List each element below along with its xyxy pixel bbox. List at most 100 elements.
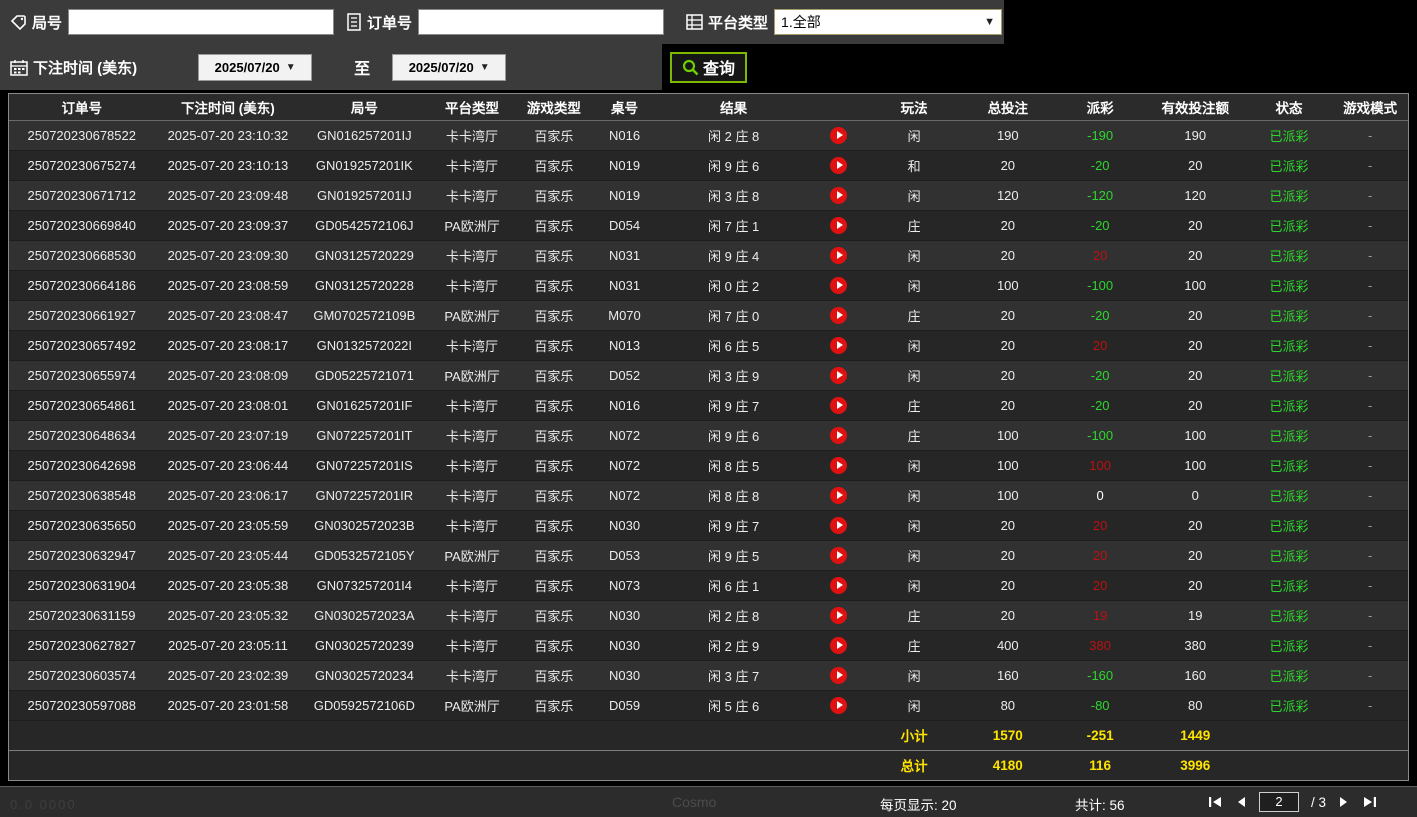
cell-round-number: GD0592572106D <box>301 690 428 721</box>
cell-game-mode: - <box>1332 570 1408 601</box>
cell-replay <box>809 690 868 721</box>
cell-game-mode: - <box>1332 630 1408 661</box>
cell-bet-time: 2025-07-20 23:08:09 <box>154 360 302 391</box>
column-header-valid: 有效投注额 <box>1144 94 1246 121</box>
replay-play-icon[interactable] <box>830 306 848 324</box>
cell-replay <box>809 480 868 511</box>
cell-payout: -20 <box>1055 390 1145 421</box>
replay-play-icon[interactable] <box>830 636 848 654</box>
per-page-display: 每页显示: 20 <box>880 794 957 814</box>
cell-round-number: GN03125720229 <box>301 240 428 271</box>
cell-order-number: 250720230648634 <box>9 420 155 451</box>
replay-play-icon[interactable] <box>830 396 848 414</box>
cell-game-mode: - <box>1332 210 1408 241</box>
cell-round-number: GN019257201IK <box>301 150 428 181</box>
order-number-input[interactable] <box>418 9 665 35</box>
cell-game-mode: - <box>1332 360 1408 391</box>
cell-order-number: 250720230671712 <box>9 180 155 211</box>
cell-valid-bet: 20 <box>1144 300 1246 331</box>
cell-order-number: 250720230597088 <box>9 690 155 721</box>
replay-play-icon[interactable] <box>830 666 848 684</box>
background-brand-text: Cosmo <box>672 794 717 810</box>
cell-platform-type: 卡卡湾厅 <box>427 630 517 661</box>
replay-play-icon[interactable] <box>830 696 848 714</box>
current-page-input[interactable]: 2 <box>1259 792 1299 812</box>
cell-status status-badge: 已派彩 <box>1245 330 1333 361</box>
cell-order-number: 250720230678522 <box>9 120 155 151</box>
cell-platform-type: 卡卡湾厅 <box>427 660 517 691</box>
cell-total-bet: 20 <box>960 570 1056 601</box>
last-page-icon[interactable] <box>1362 795 1377 809</box>
date-to-value: 2025/07/20 <box>408 59 474 75</box>
cell-order-number: 250720230669840 <box>9 210 155 241</box>
cell-result: 闲 5 庄 6 <box>658 690 810 721</box>
cell-payout: 20 <box>1055 570 1145 601</box>
cell-payout: 20 <box>1055 510 1145 541</box>
cell-platform-type: 卡卡湾厅 <box>427 240 517 271</box>
cell-bet-time: 2025-07-20 23:08:47 <box>154 300 302 331</box>
column-header-round: 局号 <box>301 94 428 121</box>
calendar-icon <box>10 59 28 76</box>
cell-payout: 20 <box>1055 540 1145 571</box>
cell-table-number: N019 <box>590 180 659 211</box>
previous-page-icon[interactable] <box>1235 795 1247 809</box>
total-valid-bet: 3996 <box>1144 749 1246 780</box>
replay-play-icon[interactable] <box>830 156 848 174</box>
cell-payout: -20 <box>1055 150 1145 181</box>
cell-game-type: 百家乐 <box>516 630 591 661</box>
cell-play-type: 闲 <box>867 660 961 691</box>
bet-records-panel: 局号 订单号 平台类型 1.全部 ▼ 下注时间 (美东) 2025/07/20 … <box>0 0 1417 817</box>
round-number-input[interactable] <box>68 9 335 35</box>
order-document-icon <box>346 13 362 31</box>
bet-record-row: 250720230664186 2025-07-20 23:08:59 GN0312… <box>9 270 1408 301</box>
cell-game-mode: - <box>1332 420 1408 451</box>
query-button[interactable]: 查询 <box>670 51 748 83</box>
replay-play-icon[interactable] <box>830 426 848 444</box>
replay-play-icon[interactable] <box>830 456 848 474</box>
cell-game-type: 百家乐 <box>516 690 591 721</box>
cell-round-number: GN072257201IT <box>301 420 428 451</box>
cell-valid-bet: 20 <box>1144 150 1246 181</box>
cell-result: 闲 6 庄 1 <box>658 570 810 601</box>
bet-record-row: 250720230631159 2025-07-20 23:05:32 GN0302… <box>9 600 1408 631</box>
cell-bet-time: 2025-07-20 23:01:58 <box>154 690 302 721</box>
replay-play-icon[interactable] <box>830 216 848 234</box>
bet-record-row: 250720230661927 2025-07-20 23:08:47 GM0702… <box>9 300 1408 331</box>
cell-replay <box>809 660 868 691</box>
cell-game-type: 百家乐 <box>516 480 591 511</box>
next-page-icon[interactable] <box>1338 795 1350 809</box>
cell-order-number: 250720230654861 <box>9 390 155 421</box>
replay-play-icon[interactable] <box>830 576 848 594</box>
replay-play-icon[interactable] <box>830 546 848 564</box>
cell-total-bet: 100 <box>960 480 1056 511</box>
date-from-picker[interactable]: 2025/07/20 ▼ <box>198 53 313 81</box>
cell-game-mode: - <box>1332 540 1408 571</box>
replay-play-icon[interactable] <box>830 336 848 354</box>
cell-game-mode: - <box>1332 270 1408 301</box>
cell-total-bet: 80 <box>960 690 1056 721</box>
replay-play-icon[interactable] <box>830 486 848 504</box>
date-to-picker[interactable]: 2025/07/20 ▼ <box>392 53 507 81</box>
cell-bet-time: 2025-07-20 23:02:39 <box>154 660 302 691</box>
replay-play-icon[interactable] <box>830 516 848 534</box>
cell-game-mode: - <box>1332 600 1408 631</box>
cell-platform-type: PA欧洲厅 <box>427 210 517 241</box>
replay-play-icon[interactable] <box>830 126 848 144</box>
cell-platform-type: 卡卡湾厅 <box>427 600 517 631</box>
replay-play-icon[interactable] <box>830 246 848 264</box>
first-page-icon[interactable] <box>1208 795 1223 809</box>
replay-play-icon[interactable] <box>830 606 848 624</box>
cell-play-type: 闲 <box>867 510 961 541</box>
cell-order-number: 250720230657492 <box>9 330 155 361</box>
replay-play-icon[interactable] <box>830 366 848 384</box>
platform-type-select[interactable]: 1.全部 ▼ <box>774 9 1003 35</box>
cell-valid-bet: 80 <box>1144 690 1246 721</box>
cell-table-number: M070 <box>590 300 659 331</box>
cell-play-type: 闲 <box>867 690 961 721</box>
cell-replay <box>809 570 868 601</box>
replay-play-icon[interactable] <box>830 186 848 204</box>
cell-game-type: 百家乐 <box>516 420 591 451</box>
replay-play-icon[interactable] <box>830 276 848 294</box>
cell-status status-badge: 已派彩 <box>1245 480 1333 511</box>
subtotal-spacer-end <box>1245 719 1408 750</box>
